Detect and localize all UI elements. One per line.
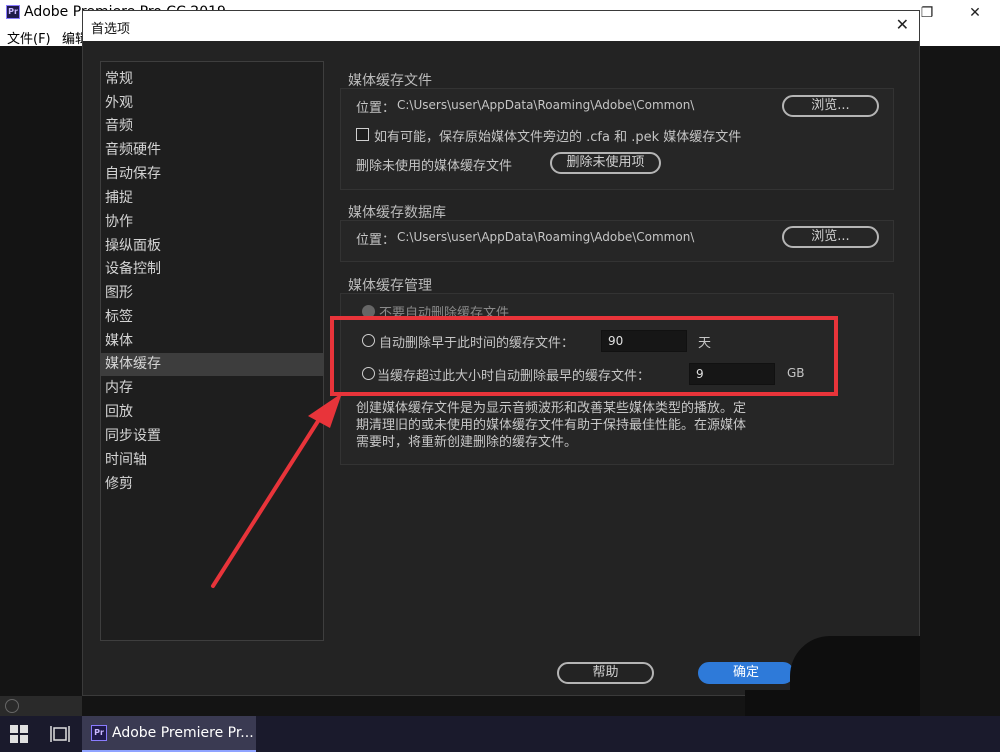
sidebar-item-auto-save[interactable]: 自动保存 — [101, 163, 323, 186]
ok-button[interactable]: 确定 — [698, 662, 794, 684]
sidebar-item-media-cache[interactable]: 媒体缓存 — [101, 353, 323, 376]
help-button[interactable]: 帮助 — [557, 662, 654, 684]
sidebar-item-audio-hardware[interactable]: 音频硬件 — [101, 139, 323, 162]
sidebar-item-control-surface[interactable]: 操纵面板 — [101, 235, 323, 258]
visibility-icon[interactable] — [5, 699, 19, 713]
save-cache-beside-originals-checkbox[interactable] — [356, 128, 369, 141]
location-label: 位置： — [356, 101, 396, 116]
close-icon[interactable]: ✕ — [896, 15, 909, 34]
sidebar-item-general[interactable]: 常规 — [101, 68, 323, 91]
no-auto-delete-label: 不要自动删除缓存文件 — [379, 306, 510, 321]
sidebar-item-media[interactable]: 媒体 — [101, 330, 323, 353]
sidebar-item-trim[interactable]: 修剪 — [101, 473, 323, 496]
radio-delete-older-than[interactable] — [362, 334, 375, 347]
db-browse-button[interactable]: 浏览... — [782, 226, 879, 248]
premiere-logo-icon: Pr — [91, 725, 107, 741]
app-close-icon[interactable]: ✕ — [952, 0, 998, 26]
radio-delete-when-exceeds[interactable] — [362, 367, 375, 380]
browse-button[interactable]: 浏览... — [782, 95, 879, 117]
help-line-3: 需要时，将重新创建删除的缓存文件。 — [356, 435, 578, 450]
taskbar-app-label: Adobe Premiere Pr... — [112, 725, 254, 741]
delete-unused-label: 删除未使用的媒体缓存文件 — [356, 159, 513, 174]
obscured-area-lower — [745, 690, 920, 716]
taskbar-premiere-app[interactable]: Pr Adobe Premiere Pr... — [82, 716, 256, 752]
sidebar-item-labels[interactable]: 标签 — [101, 306, 323, 329]
sidebar-item-sync-settings[interactable]: 同步设置 — [101, 425, 323, 448]
dialog-titlebar: 首选项 ✕ — [83, 11, 919, 41]
sidebar-item-capture[interactable]: 捕捉 — [101, 187, 323, 210]
sidebar-item-audio[interactable]: 音频 — [101, 115, 323, 138]
radio-no-auto-delete[interactable] — [362, 305, 375, 318]
delete-when-exceeds-label: 当缓存超过此大小时自动删除最早的缓存文件： — [377, 369, 651, 384]
taskbar: Pr Adobe Premiere Pr... — [0, 716, 1000, 752]
media-cache-help-text: 创建媒体缓存文件是为显示音频波形和改善某些媒体类型的播放。定 期清理旧的或未使用… — [356, 400, 746, 451]
age-unit-label: 天 — [698, 336, 712, 351]
media-cache-management-title: 媒体缓存管理 — [348, 278, 432, 294]
db-location-label: 位置： — [356, 233, 396, 248]
sidebar-item-playback[interactable]: 回放 — [101, 401, 323, 424]
help-line-2: 期清理旧的或未使用的媒体缓存文件有助于保持最佳性能。在源媒体 — [356, 418, 747, 433]
size-unit-label: GB — [787, 366, 805, 380]
windows-start-icon[interactable] — [10, 725, 28, 743]
task-view-icon[interactable] — [50, 725, 70, 743]
help-line-1: 创建媒体缓存文件是为显示音频波形和改善某些媒体类型的播放。定 — [356, 401, 747, 416]
sidebar-item-appearance[interactable]: 外观 — [101, 92, 323, 115]
media-cache-database-title: 媒体缓存数据库 — [348, 205, 446, 221]
app-status-area — [0, 696, 82, 716]
age-days-input[interactable]: 90 — [601, 330, 687, 352]
media-cache-database-path: C:\Users\user\AppData\Roaming\Adobe\Comm… — [397, 230, 695, 244]
media-cache-files-title: 媒体缓存文件 — [348, 73, 432, 89]
sidebar-item-collaboration[interactable]: 协作 — [101, 211, 323, 234]
obscured-area — [790, 636, 920, 696]
menu-file[interactable]: 文件(F) — [7, 28, 51, 47]
sidebar-item-graphics[interactable]: 图形 — [101, 282, 323, 305]
media-cache-files-path: C:\Users\user\AppData\Roaming\Adobe\Comm… — [397, 98, 695, 112]
preferences-sidebar: 常规 外观 音频 音频硬件 自动保存 捕捉 协作 操纵面板 设备控制 图形 标签… — [100, 61, 324, 641]
sidebar-item-device-control[interactable]: 设备控制 — [101, 258, 323, 281]
sidebar-item-memory[interactable]: 内存 — [101, 377, 323, 400]
dialog-title: 首选项 — [91, 22, 131, 37]
sidebar-item-timeline[interactable]: 时间轴 — [101, 449, 323, 472]
delete-older-than-label: 自动删除早于此时间的缓存文件： — [379, 336, 575, 351]
size-gb-input[interactable]: 9 — [689, 363, 775, 385]
save-cache-beside-originals-label: 如有可能，保存原始媒体文件旁边的 .cfa 和 .pek 媒体缓存文件 — [374, 130, 742, 145]
delete-unused-button[interactable]: 删除未使用项 — [550, 152, 661, 174]
premiere-logo-icon: Pr — [6, 5, 20, 19]
